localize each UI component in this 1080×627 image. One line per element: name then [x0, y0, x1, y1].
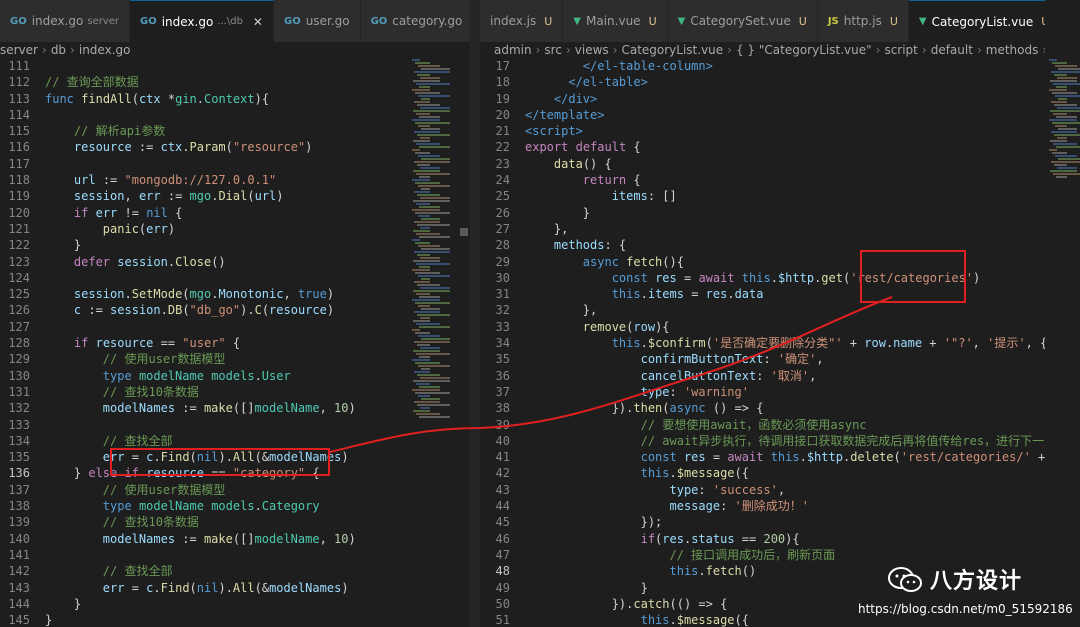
wechat-icon	[888, 567, 922, 592]
watermark-url: https://blog.csdn.net/m0_51592186	[858, 602, 1073, 616]
annotation-arrow	[329, 296, 893, 453]
watermark: 八方设计	[888, 563, 1022, 595]
watermark-text: 八方设计	[930, 569, 1023, 594]
